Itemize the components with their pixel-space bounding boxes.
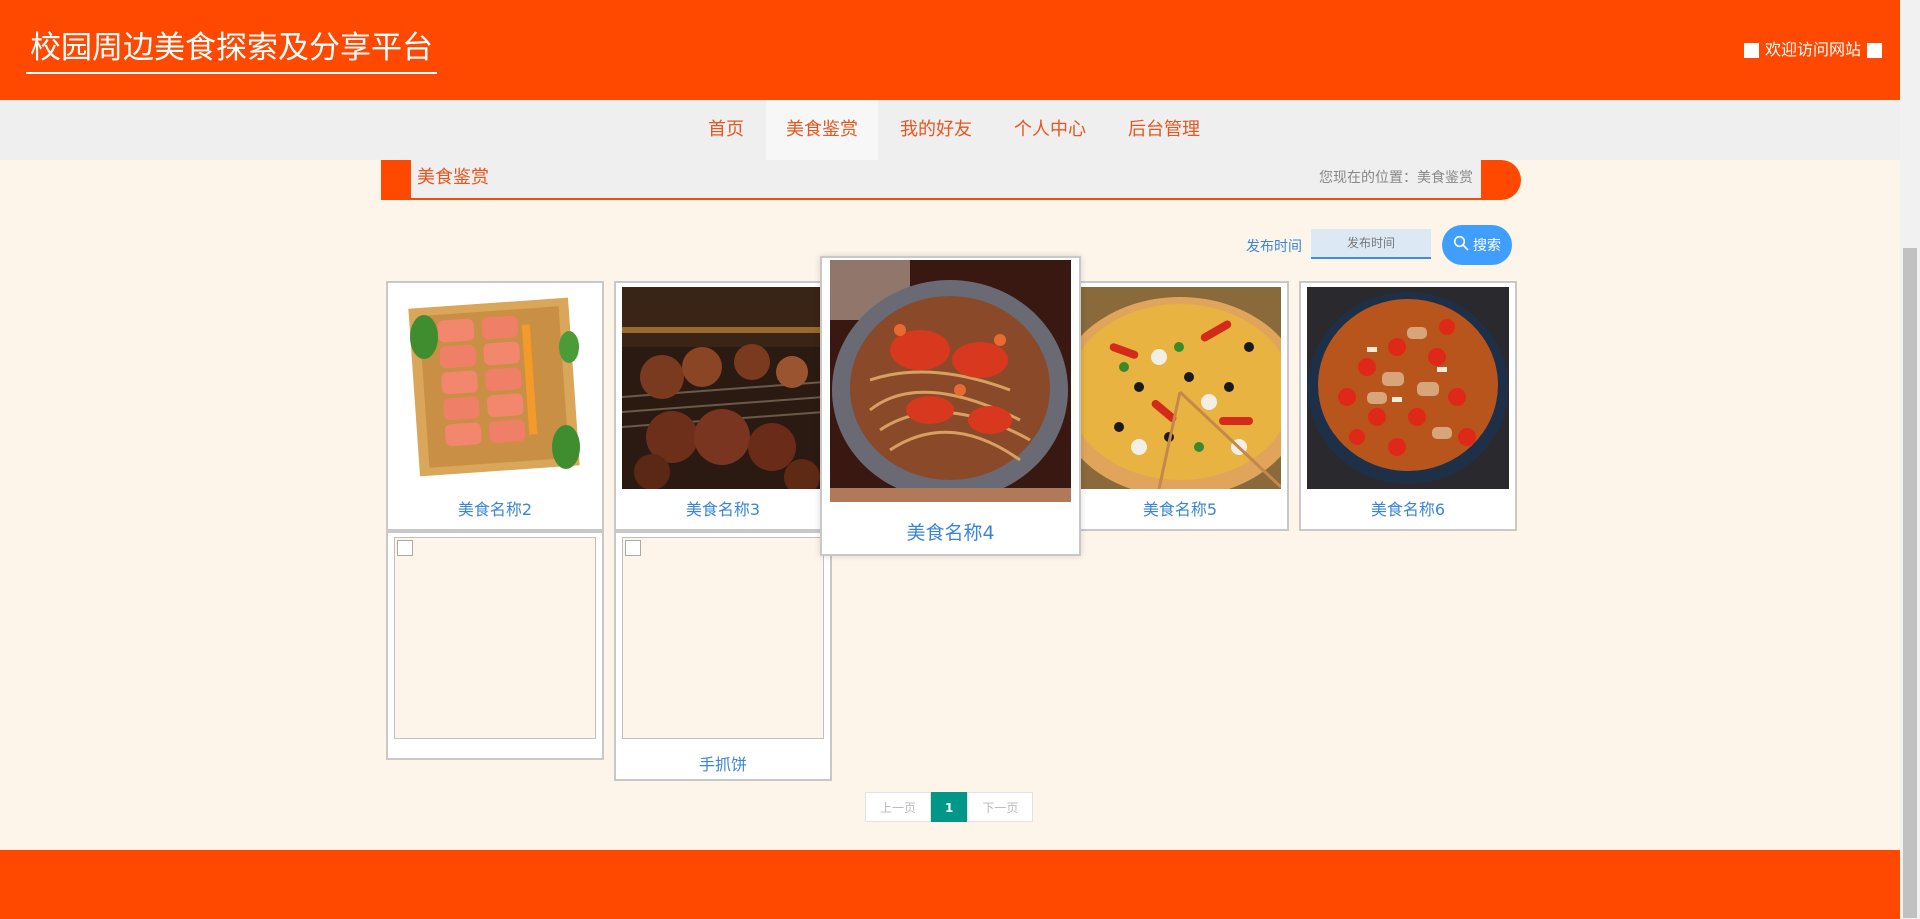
square-icon <box>1867 42 1882 58</box>
food-card[interactable]: 美食名称3 <box>614 281 832 531</box>
food-image-placeholder <box>622 537 824 739</box>
food-image <box>621 287 825 495</box>
page-number-current[interactable]: 1 <box>931 792 968 822</box>
food-image <box>394 287 596 489</box>
welcome-banner: 欢迎访问网站 <box>1743 38 1882 62</box>
nav-item-friends[interactable]: 我的好友 <box>880 100 992 160</box>
nav-item-profile[interactable]: 个人中心 <box>994 100 1106 160</box>
nav-item-home[interactable]: 首页 <box>688 100 764 160</box>
breadcrumb-bar: 美食鉴赏 您现在的位置：美食鉴赏 <box>411 160 1483 200</box>
food-image <box>830 260 1071 502</box>
prev-page-button[interactable]: 上一页 <box>865 792 932 822</box>
breadcrumb-title: 美食鉴赏 <box>417 167 489 188</box>
food-image <box>1307 287 1509 489</box>
nav-item-food-gallery[interactable]: 美食鉴赏 <box>766 100 878 160</box>
breadcrumb-accent <box>381 160 411 200</box>
food-card[interactable]: 手抓饼 <box>614 531 832 781</box>
nav-item-admin[interactable]: 后台管理 <box>1108 100 1220 160</box>
food-card[interactable]: 美食名称6 <box>1299 281 1517 531</box>
publish-time-input[interactable] <box>1311 229 1431 259</box>
breadcrumb-location: 您现在的位置：美食鉴赏 <box>1319 170 1473 186</box>
food-name[interactable]: 手抓饼 <box>616 751 830 775</box>
food-name[interactable]: 美食名称5 <box>1073 496 1287 520</box>
breadcrumb-accent <box>1481 160 1521 200</box>
next-page-button[interactable]: 下一页 <box>967 792 1034 822</box>
search-label: 发布时间 <box>1246 239 1302 255</box>
food-card-hovered[interactable]: 美食名称4 <box>820 256 1081 556</box>
food-name[interactable]: 美食名称6 <box>1301 496 1515 520</box>
page-scrollbar[interactable] <box>1900 0 1920 919</box>
food-card[interactable] <box>386 531 604 760</box>
search-button-label: 搜索 <box>1473 238 1501 254</box>
welcome-text: 欢迎访问网站 <box>1764 40 1861 59</box>
food-card[interactable]: 美食名称2 <box>386 281 604 531</box>
square-icon <box>1743 42 1759 58</box>
search-button[interactable]: 搜索 <box>1442 225 1512 265</box>
food-image <box>1055 287 1305 497</box>
broken-image-icon <box>625 540 641 556</box>
search-icon <box>1453 235 1469 255</box>
broken-image-icon <box>397 540 413 556</box>
breadcrumb: 美食鉴赏 您现在的位置：美食鉴赏 <box>381 160 1521 200</box>
site-header: 校园周边美食探索及分享平台 欢迎访问网站 <box>0 0 1900 100</box>
food-name[interactable]: 美食名称2 <box>388 496 602 520</box>
scrollbar-thumb[interactable] <box>1903 248 1917 918</box>
food-image-placeholder <box>394 537 596 739</box>
site-footer <box>0 850 1900 919</box>
site-title[interactable]: 校园周边美食探索及分享平台 <box>26 26 437 74</box>
main-nav: 首页 美食鉴赏 我的好友 个人中心 后台管理 <box>0 100 1900 160</box>
food-name[interactable]: 美食名称4 <box>822 518 1079 545</box>
food-name[interactable]: 美食名称3 <box>616 496 830 520</box>
pagination: 上一页 1 下一页 <box>865 792 1034 822</box>
food-card[interactable]: 美食名称5 <box>1055 281 1305 531</box>
